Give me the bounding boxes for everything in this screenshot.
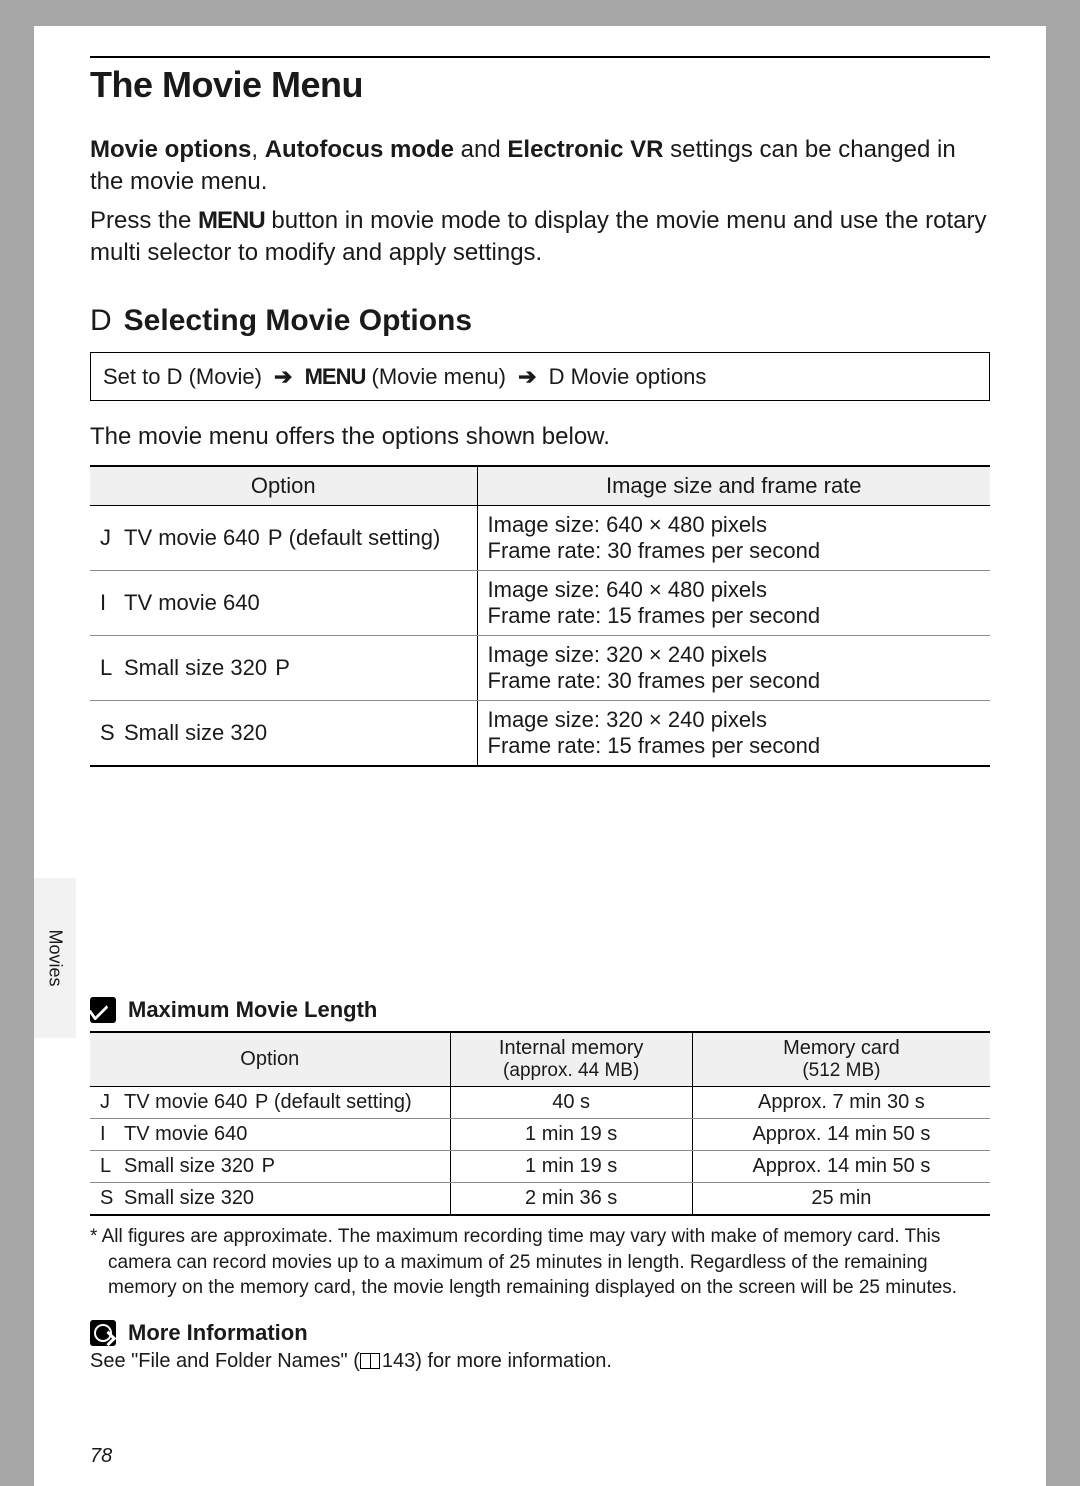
opts-col1-head: Option bbox=[90, 466, 477, 506]
option-icon: J bbox=[100, 1091, 124, 1114]
side-tab: Movies bbox=[34, 878, 76, 1038]
intro-paragraph: Movie options, Autofocus mode and Electr… bbox=[90, 134, 990, 199]
page-title: The Movie Menu bbox=[90, 64, 990, 106]
more-info-text: See "File and Folder Names" (143) for mo… bbox=[90, 1350, 990, 1373]
page-ref-icon bbox=[360, 1353, 380, 1369]
len-col1-head: Option bbox=[90, 1032, 450, 1087]
menu-button-label: MENU bbox=[198, 207, 265, 234]
arrow-icon: ➔ bbox=[274, 364, 292, 389]
option-icon: I bbox=[100, 1123, 124, 1146]
table-row: LSmall size 320 P Image size: 320 × 240 … bbox=[90, 636, 990, 701]
section-heading: DSelecting Movie Options bbox=[90, 304, 990, 338]
len-col2-head: Internal memory(approx. 44 MB) bbox=[450, 1032, 692, 1087]
table-row: SSmall size 320 Image size: 320 × 240 pi… bbox=[90, 701, 990, 767]
option-icon: L bbox=[100, 655, 124, 681]
movie-length-table: Option Internal memory(approx. 44 MB) Me… bbox=[90, 1031, 990, 1216]
table-row: ITV movie 640 1 min 19 s Approx. 14 min … bbox=[90, 1119, 990, 1151]
option-icon: L bbox=[100, 1155, 124, 1178]
movie-options-table: Option Image size and frame rate JTV mov… bbox=[90, 465, 990, 767]
side-tab-label: Movies bbox=[45, 929, 66, 986]
more-info-heading: More Information bbox=[90, 1320, 990, 1346]
opts-col2-head: Image size and frame rate bbox=[477, 466, 990, 506]
len-col3-head: Memory card(512 MB) bbox=[692, 1032, 990, 1087]
option-icon: J bbox=[100, 525, 124, 551]
option-icon: I bbox=[100, 590, 124, 616]
info-icon bbox=[90, 1320, 116, 1346]
option-icon: S bbox=[100, 720, 124, 746]
table-row: SSmall size 320 2 min 36 s 25 min bbox=[90, 1183, 990, 1216]
page-number: 78 bbox=[90, 1445, 112, 1468]
note-heading: Maximum Movie Length bbox=[90, 997, 990, 1023]
footnote: * All figures are approximate. The maxim… bbox=[90, 1224, 990, 1301]
arrow-icon: ➔ bbox=[518, 364, 536, 389]
table-row: ITV movie 640 Image size: 640 × 480 pixe… bbox=[90, 571, 990, 636]
navigation-path: Set to D (Movie) ➔ MENU (Movie menu) ➔ D… bbox=[90, 352, 990, 402]
movie-mode-icon: D bbox=[90, 304, 112, 337]
option-icon: S bbox=[100, 1187, 124, 1210]
note-icon bbox=[90, 997, 116, 1023]
table-row: LSmall size 320 P 1 min 19 s Approx. 14 … bbox=[90, 1151, 990, 1183]
table-row: JTV movie 640 P (default setting) Image … bbox=[90, 506, 990, 571]
press-paragraph: Press the MENU button in movie mode to d… bbox=[90, 205, 990, 270]
lead-text: The movie menu offers the options shown … bbox=[90, 423, 990, 451]
table-row: JTV movie 640 P (default setting) 40 s A… bbox=[90, 1087, 990, 1119]
